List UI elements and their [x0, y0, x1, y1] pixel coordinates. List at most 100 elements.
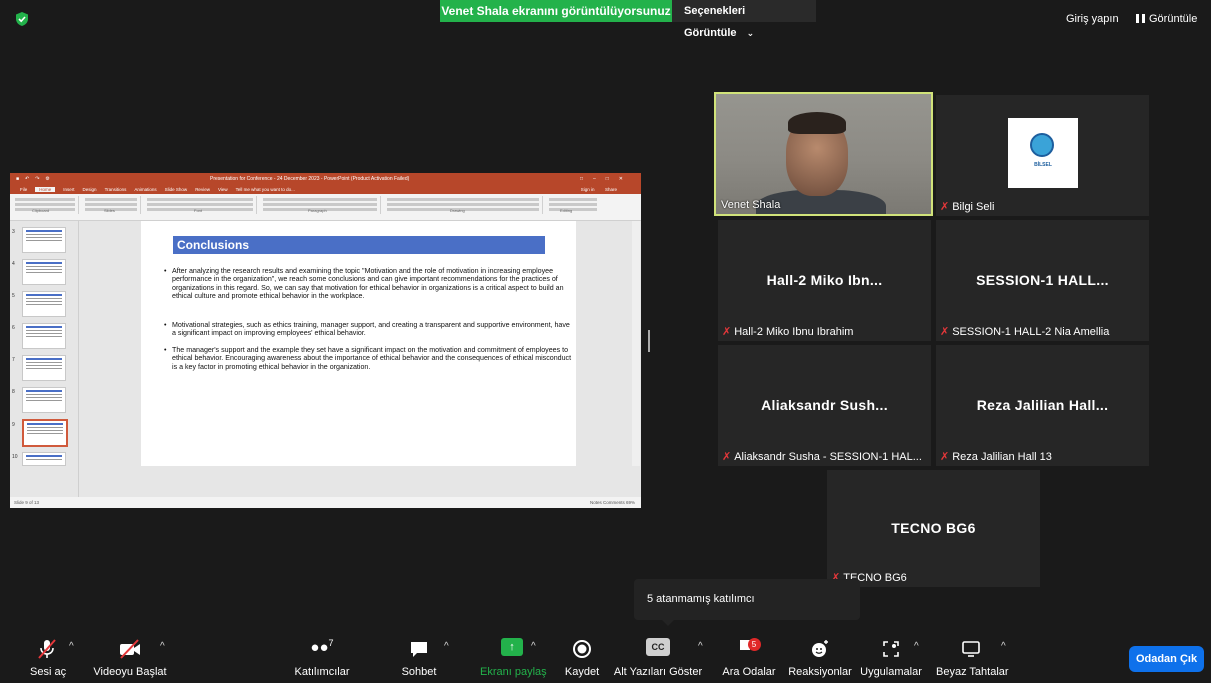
whiteboard-options-caret[interactable]: ^ — [1001, 641, 1006, 652]
video-off-icon — [120, 639, 140, 659]
participant-name: ✗ Hall-2 Miko Ibnu Ibrahim — [722, 326, 854, 338]
slide-heading: Conclusions — [173, 236, 545, 254]
view-options-label: Seçenekleri Görüntüle — [684, 5, 746, 39]
quick-access-icons: ■↶↷⚙ — [16, 176, 56, 182]
tab-file: File — [20, 187, 28, 192]
slide-bullet: The manager's support and the example th… — [163, 346, 572, 371]
shield-icon[interactable] — [14, 11, 30, 27]
slide-bullet: Motivational strategies, such as ethics … — [163, 321, 572, 338]
mute-options-caret[interactable]: ^ — [69, 641, 74, 652]
unmute-button[interactable]: Sesi aç — [30, 638, 66, 678]
mic-muted-icon: ✗ — [722, 451, 732, 463]
show-captions-button[interactable]: CC Alt Yazıları Göster — [608, 638, 708, 678]
captions-icon: CC — [608, 638, 708, 660]
sign-in-button[interactable]: Giriş yapın — [1066, 13, 1119, 25]
record-icon — [573, 640, 591, 658]
ppt-ribbon: Clipboard Slides Font Paragraph Drawing … — [10, 194, 641, 221]
video-tile[interactable]: Aliaksandr Sush... ✗ Aliaksandr Susha - S… — [718, 345, 931, 466]
video-tile[interactable]: Reza Jalilian Hall... ✗ Reza Jalilian Hal… — [936, 345, 1149, 466]
ppt-status-bar: Slide 9 of 13 Notes Comments 69% — [10, 497, 641, 508]
mic-muted-icon — [38, 639, 56, 659]
reactions-button[interactable]: Reaksiyonlar — [788, 638, 852, 678]
video-options-caret[interactable]: ^ — [160, 641, 165, 652]
slide-thumbnail — [22, 355, 66, 381]
participants-button[interactable]: ●●7 Katılımcılar — [290, 638, 354, 678]
view-label: Görüntüle — [1149, 13, 1198, 25]
ppt-ribbon-tabs: File Home Insert Design Transitions Animation… — [10, 185, 641, 194]
mic-muted-icon: ✗ — [940, 326, 950, 338]
whiteboard-icon — [962, 641, 980, 657]
ribbon-group-clipboard: Clipboard — [12, 196, 79, 214]
share-options-caret[interactable]: ^ — [531, 641, 536, 652]
mic-muted-icon: ✗ — [940, 201, 950, 213]
slide-thumbnail — [22, 323, 66, 349]
video-tile[interactable]: TECNO BG6 ✗ TECNO BG6 — [827, 470, 1040, 587]
window-controls-icon: □–□✕ — [579, 176, 633, 182]
reaction-smiley-icon — [812, 640, 828, 657]
ppt-workspace: 3 4 5 6 7 8 9 10 Conclusions After analy… — [10, 221, 641, 497]
tell-me-box: Tell me what you want to do... — [235, 187, 295, 192]
slide-thumbnail — [22, 452, 66, 466]
captions-options-caret[interactable]: ^ — [698, 641, 703, 652]
slide-counter: Slide 9 of 13 — [14, 500, 40, 505]
participant-name: ✗ Reza Jalilian Hall 13 — [940, 451, 1052, 463]
slide-thumbnail — [22, 291, 66, 317]
screen-share-banner: Venet Shala ekranını görüntülüyorsunuz — [440, 0, 672, 22]
breakout-badge: 5 — [747, 638, 761, 651]
tab-insert: Insert — [63, 187, 75, 192]
logo-text: BİLSEL — [1034, 162, 1052, 168]
leave-room-button[interactable]: Odadan Çık — [1129, 646, 1204, 672]
video-tile[interactable]: BİLSEL ✗ Bilgi Seli — [936, 95, 1149, 216]
tab-home: Home — [35, 187, 56, 192]
layout-divider-handle[interactable] — [648, 330, 650, 352]
apps-options-caret[interactable]: ^ — [914, 641, 919, 652]
chat-icon — [411, 642, 427, 657]
mic-muted-icon: ✗ — [722, 326, 732, 338]
ribbon-group-drawing: Drawing — [384, 196, 543, 214]
chat-options-caret[interactable]: ^ — [444, 641, 449, 652]
view-options-button[interactable]: Seçenekleri Görüntüle ⌄ — [672, 0, 816, 39]
breakout-rooms-button[interactable]: 5 Ara Odalar — [720, 638, 778, 678]
whiteboards-button[interactable]: Beyaz Tahtalar — [936, 638, 1009, 678]
video-tile[interactable]: Hall-2 Miko Ibn... ✗ Hall-2 Miko Ibnu Ibr… — [718, 220, 931, 341]
ribbon-group-slides: Slides — [82, 196, 141, 214]
slide-thumbnail-selected — [22, 419, 68, 447]
tab-animations: Animations — [134, 187, 157, 192]
slide-bullet: After analyzing the research results and… — [163, 267, 572, 301]
video-tile-active-speaker[interactable]: Venet Shala — [714, 92, 933, 216]
logo-emblem-icon — [1030, 133, 1054, 157]
ppt-title-bar: ■↶↷⚙ Presentation for Conference - 24 De… — [10, 173, 641, 185]
camera-person-hair — [788, 112, 846, 134]
participant-display-name: SESSION-1 HALL... — [976, 271, 1109, 288]
participant-name: ✗ Aliaksandr Susha - SESSION-1 HAL... — [722, 451, 922, 463]
apps-icon — [883, 641, 899, 657]
current-slide: Conclusions After analyzing the research… — [141, 221, 576, 466]
participant-display-name: TECNO BG6 — [891, 519, 976, 536]
tab-view: View — [217, 187, 228, 192]
tab-slide-show: Slide Show — [164, 187, 188, 192]
slide-thumbnail — [22, 387, 66, 413]
chat-button[interactable]: Sohbet — [398, 638, 440, 678]
shared-screen[interactable]: ■↶↷⚙ Presentation for Conference - 24 De… — [10, 173, 641, 508]
ppt-scrollbar — [632, 221, 640, 466]
video-tile[interactable]: SESSION-1 HALL... ✗ SESSION-1 HALL-2 Nia … — [936, 220, 1149, 341]
ribbon-group-paragraph: Paragraph — [260, 196, 381, 214]
chevron-down-icon: ⌄ — [746, 28, 755, 38]
participant-name: Venet Shala — [721, 199, 781, 211]
tab-review: Review — [195, 187, 210, 192]
tab-transitions: Transitions — [104, 187, 127, 192]
participant-display-name: Aliaksandr Sush... — [761, 396, 888, 413]
participants-icon: ●●7 — [310, 638, 334, 656]
ribbon-group-font: Font — [144, 196, 257, 214]
start-video-button[interactable]: Videoyu Başlat — [90, 638, 170, 678]
record-button[interactable]: Kaydet — [562, 638, 602, 678]
ppt-window-title: Presentation for Conference - 24 Decembe… — [210, 176, 410, 182]
ppt-sign-in: Sign in Share — [580, 187, 617, 192]
participant-display-name: Hall-2 Miko Ibn... — [766, 271, 883, 288]
participant-logo: BİLSEL — [1008, 118, 1078, 188]
view-button[interactable]: Görüntüle — [1136, 13, 1197, 25]
ribbon-group-editing: Editing — [546, 196, 600, 214]
view-layout-icon — [1136, 14, 1145, 23]
ppt-view-controls: Notes Comments 69% — [589, 500, 635, 505]
mic-muted-icon: ✗ — [940, 451, 950, 463]
